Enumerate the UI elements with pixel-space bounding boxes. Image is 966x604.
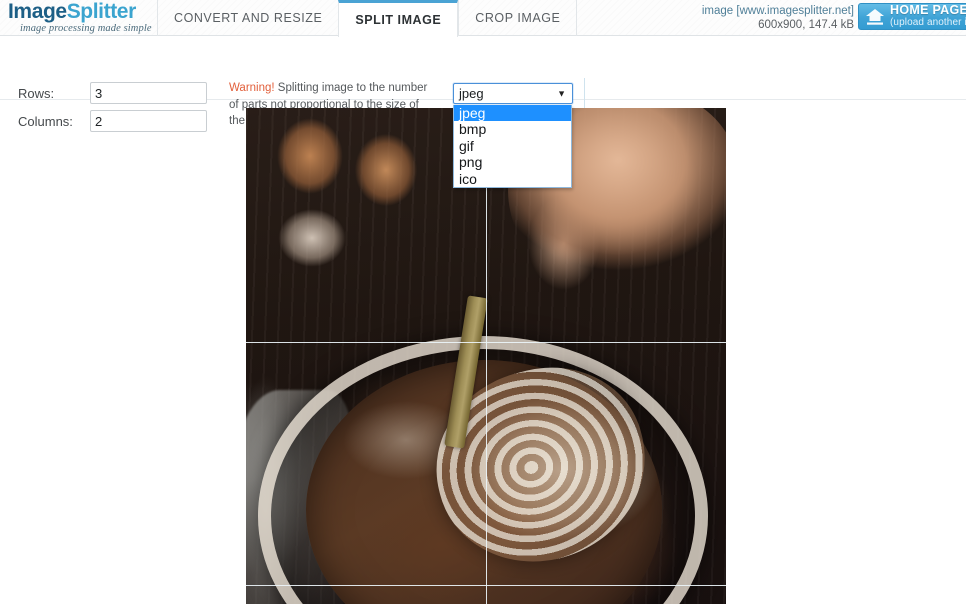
columns-field-group: Columns: [18,110,207,132]
tab-split-image[interactable]: SPLIT IMAGE [338,0,459,37]
home-button-text: HOME PAGE (upload another imag [890,3,966,28]
logo-text-splitter: Splitter [66,0,137,23]
logo-tagline: image processing made simple [20,23,152,34]
split-options-toolbar: Rows: Columns: Warning! Splitting image … [0,36,966,189]
warning-keyword: Warning! [229,82,275,94]
app-header: ImageSplitter image processing made simp… [0,0,966,37]
rows-input[interactable] [90,82,207,104]
tab-crop-image[interactable]: CROP IMAGE [458,0,578,36]
output-format-value: jpeg [459,86,484,101]
image-info: image [www.imagesplitter.net] 600x900, 1… [702,4,854,32]
home-page-button[interactable]: HOME PAGE (upload another imag [858,3,966,30]
home-button-subtitle: (upload another imag [890,17,966,28]
option-png[interactable]: png [454,154,571,170]
upload-home-icon [864,7,886,27]
rows-field-group: Rows: [18,82,207,104]
output-format-option-list: jpeg bmp gif png ico [453,105,572,189]
option-ico[interactable]: ico [454,171,571,187]
option-gif[interactable]: gif [454,138,571,154]
site-logo[interactable]: ImageSplitter image processing made simp… [8,1,156,35]
image-info-name: image [www.imagesplitter.net] [701,5,854,17]
columns-label: Columns: [18,113,73,129]
logo-title: ImageSplitter [8,1,156,23]
option-bmp[interactable]: bmp [454,121,571,137]
image-info-size: 600x900, 147.4 kB [758,19,854,31]
tab-label: CONVERT AND RESIZE [174,11,323,25]
main-tabs: CONVERT AND RESIZE SPLIT IMAGE CROP IMAG… [157,0,578,37]
output-format-select-wrapper: jpeg ▼ jpeg bmp gif png ico [453,83,573,189]
option-jpeg[interactable]: jpeg [454,105,571,122]
columns-input[interactable] [90,110,207,132]
home-button-title: HOME PAGE [890,3,966,17]
rows-label: Rows: [18,85,55,101]
tab-label: SPLIT IMAGE [355,13,442,27]
output-format-select[interactable]: jpeg ▼ [453,83,573,104]
tab-convert-and-resize[interactable]: CONVERT AND RESIZE [157,0,338,36]
tab-label: CROP IMAGE [475,11,561,25]
logo-text-image: Image [8,0,67,23]
chevron-down-icon: ▼ [557,88,566,98]
